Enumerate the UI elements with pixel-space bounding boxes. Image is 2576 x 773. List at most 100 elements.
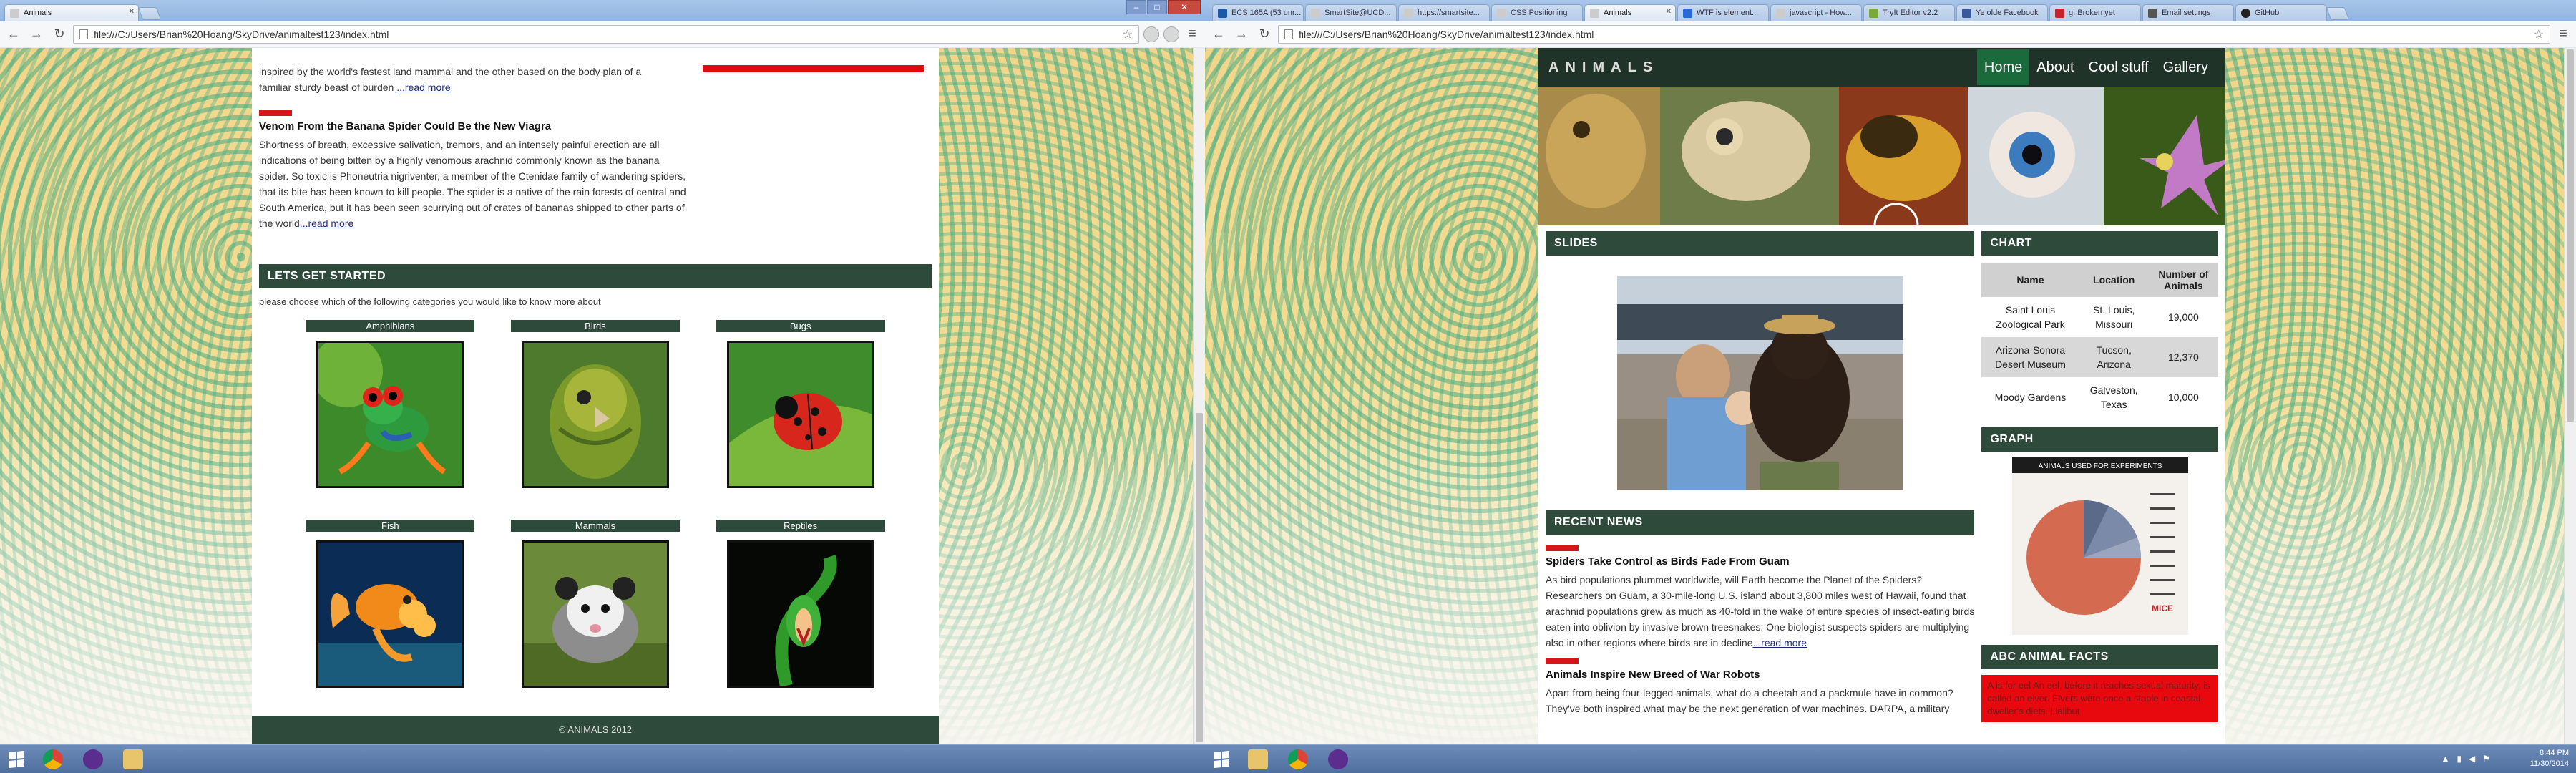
abc-facts-header: ABC ANIMAL FACTS bbox=[1981, 645, 2218, 669]
category-label[interactable]: Fish bbox=[306, 520, 475, 532]
ladybug-image[interactable] bbox=[726, 341, 874, 488]
reload-button[interactable]: ↻ bbox=[1255, 25, 1274, 44]
slideshow[interactable] bbox=[1546, 276, 1974, 490]
category-birds[interactable]: Birds bbox=[493, 320, 698, 488]
extension-icon[interactable] bbox=[1143, 26, 1159, 42]
scrollbar[interactable] bbox=[2564, 48, 2576, 744]
tab-4-active[interactable]: Animals ✕ bbox=[1584, 4, 1676, 21]
forward-button[interactable]: → bbox=[27, 25, 46, 44]
close-tab-icon[interactable]: ✕ bbox=[129, 8, 135, 16]
clock-time: 8:44 PM bbox=[2540, 749, 2569, 757]
menu-icon[interactable]: ≡ bbox=[2555, 26, 2572, 42]
category-label[interactable]: Bugs bbox=[716, 320, 885, 332]
windows-start-icon[interactable] bbox=[9, 750, 24, 768]
up-arrow-icon[interactable]: ▲ bbox=[2441, 754, 2450, 764]
close-tab-icon[interactable]: ✕ bbox=[1666, 8, 1672, 16]
volume-icon[interactable]: ◀ bbox=[2469, 754, 2475, 764]
nav-home[interactable]: Home bbox=[1976, 49, 2030, 85]
snake-image[interactable] bbox=[726, 540, 874, 688]
opossum-image[interactable] bbox=[521, 540, 669, 688]
tab-favicon bbox=[1404, 9, 1413, 18]
read-more-link[interactable]: ...read more bbox=[396, 82, 450, 93]
tab-title: Animals bbox=[1604, 9, 1632, 17]
tab-6[interactable]: javascript - How... bbox=[1770, 4, 1862, 21]
forward-button[interactable]: → bbox=[1232, 25, 1251, 44]
news-title[interactable]: Animals Inspire New Breed of War Robots bbox=[1546, 669, 1974, 681]
tab-0[interactable]: ECS 165A (53 unr... bbox=[1212, 4, 1304, 21]
tab-9[interactable]: g: Broken yet bbox=[2049, 4, 2141, 21]
section-header: LETS GET STARTED bbox=[259, 264, 932, 288]
frog-image[interactable] bbox=[316, 341, 464, 488]
clock[interactable]: 8:44 PM 11/30/2014 bbox=[2530, 748, 2569, 769]
category-label[interactable]: Birds bbox=[510, 320, 680, 332]
new-tab-button[interactable] bbox=[137, 7, 162, 20]
scrollbar-thumb[interactable] bbox=[2567, 49, 2574, 422]
chart-header: CHART bbox=[1981, 231, 2218, 256]
article-title[interactable]: Venom From the Banana Spider Could Be th… bbox=[259, 120, 688, 132]
minimize-button[interactable]: – bbox=[1126, 0, 1146, 14]
taskbar-folder-icon[interactable] bbox=[114, 747, 152, 772]
table-row: Arizona-Sonora Desert Museum Tucson, Ari… bbox=[1981, 337, 2218, 377]
site-logo[interactable]: ANIMALS bbox=[1548, 59, 1659, 76]
category-amphibians[interactable]: Amphibians bbox=[288, 320, 493, 488]
news-title[interactable]: Spiders Take Control as Birds Fade From … bbox=[1546, 555, 1974, 568]
scrollbar[interactable] bbox=[1193, 48, 1205, 744]
new-tab-button[interactable] bbox=[2326, 7, 2350, 20]
category-fish[interactable]: Fish bbox=[288, 520, 493, 688]
tab-1[interactable]: SmartSite@UCD... bbox=[1305, 4, 1397, 21]
tab-8[interactable]: Ye olde Facebook bbox=[1956, 4, 2048, 21]
close-window-button[interactable]: ✕ bbox=[1168, 0, 1201, 14]
reload-button[interactable]: ↻ bbox=[50, 25, 69, 44]
read-more-link[interactable]: ...read more bbox=[300, 218, 353, 229]
category-reptiles[interactable]: Reptiles bbox=[698, 520, 903, 688]
tab-animals[interactable]: Animals ✕ bbox=[4, 4, 139, 21]
tab-7[interactable]: TryIt Editor v2.2 bbox=[1863, 4, 1955, 21]
url-text[interactable]: file:///C:/Users/Brian%20Hoang/SkyDrive/… bbox=[94, 29, 1117, 40]
taskbar-purple-app-icon[interactable] bbox=[74, 747, 112, 772]
slides-header: SLIDES bbox=[1546, 231, 1975, 256]
nav-cool-stuff[interactable]: Cool stuff bbox=[2082, 49, 2156, 85]
windows-start-icon[interactable] bbox=[1214, 750, 1229, 768]
category-label[interactable]: Mammals bbox=[510, 520, 680, 532]
tab-10[interactable]: Email settings bbox=[2142, 4, 2234, 21]
taskbar-chrome-icon[interactable] bbox=[34, 747, 72, 772]
news-article: Venom From the Banana Spider Could Be th… bbox=[259, 110, 688, 231]
address-bar[interactable]: file:///C:/Users/Brian%20Hoang/SkyDrive/… bbox=[1278, 24, 2550, 44]
address-bar[interactable]: file:///C:/Users/Brian%20Hoang/SkyDrive/… bbox=[73, 24, 1139, 44]
category-bugs[interactable]: Bugs bbox=[698, 320, 903, 488]
taskbar-folder-icon[interactable] bbox=[1239, 747, 1277, 772]
tab-title: CSS Positioning bbox=[1511, 9, 1568, 17]
bookmark-star-icon[interactable]: ☆ bbox=[2534, 27, 2544, 42]
read-more-link[interactable]: ...read more bbox=[1753, 637, 1807, 648]
tab-title: Animals bbox=[24, 9, 52, 17]
bookmark-star-icon[interactable]: ☆ bbox=[1123, 27, 1133, 42]
tab-2[interactable]: https://smartsite... bbox=[1398, 4, 1490, 21]
flag-icon[interactable]: ⚑ bbox=[2482, 754, 2490, 764]
tab-favicon bbox=[1683, 9, 1692, 18]
red-marker bbox=[259, 110, 292, 116]
nav-about[interactable]: About bbox=[2029, 49, 2081, 85]
back-button[interactable]: ← bbox=[1209, 25, 1228, 44]
bird-image[interactable] bbox=[521, 341, 669, 488]
category-label[interactable]: Amphibians bbox=[306, 320, 475, 332]
goldfish-image[interactable] bbox=[316, 540, 464, 688]
network-icon[interactable]: ▮ bbox=[2457, 754, 2462, 764]
scrollbar-thumb[interactable] bbox=[1196, 413, 1203, 742]
infographic: ANIMALS USED FOR EXPERIMENTS MICE bbox=[2011, 457, 2188, 635]
extension-icon-2[interactable] bbox=[1163, 26, 1179, 42]
clock-date: 11/30/2014 bbox=[2529, 759, 2569, 768]
back-button[interactable]: ← bbox=[4, 25, 23, 44]
tab-11[interactable]: GitHub bbox=[2235, 4, 2327, 21]
category-mammals[interactable]: Mammals bbox=[493, 520, 698, 688]
taskbar-purple-app-icon[interactable] bbox=[1319, 747, 1357, 772]
maximize-button[interactable]: □ bbox=[1147, 0, 1167, 14]
slide-image[interactable] bbox=[1616, 276, 1903, 490]
nav-gallery[interactable]: Gallery bbox=[2156, 49, 2215, 85]
menu-icon[interactable]: ≡ bbox=[1184, 26, 1201, 42]
taskbar bbox=[0, 744, 1205, 773]
tab-5[interactable]: WTF is element... bbox=[1677, 4, 1769, 21]
category-label[interactable]: Reptiles bbox=[716, 520, 885, 532]
taskbar-chrome-icon[interactable] bbox=[1279, 747, 1317, 772]
url-text[interactable]: file:///C:/Users/Brian%20Hoang/SkyDrive/… bbox=[1299, 29, 2528, 40]
tab-3[interactable]: CSS Positioning bbox=[1491, 4, 1583, 21]
